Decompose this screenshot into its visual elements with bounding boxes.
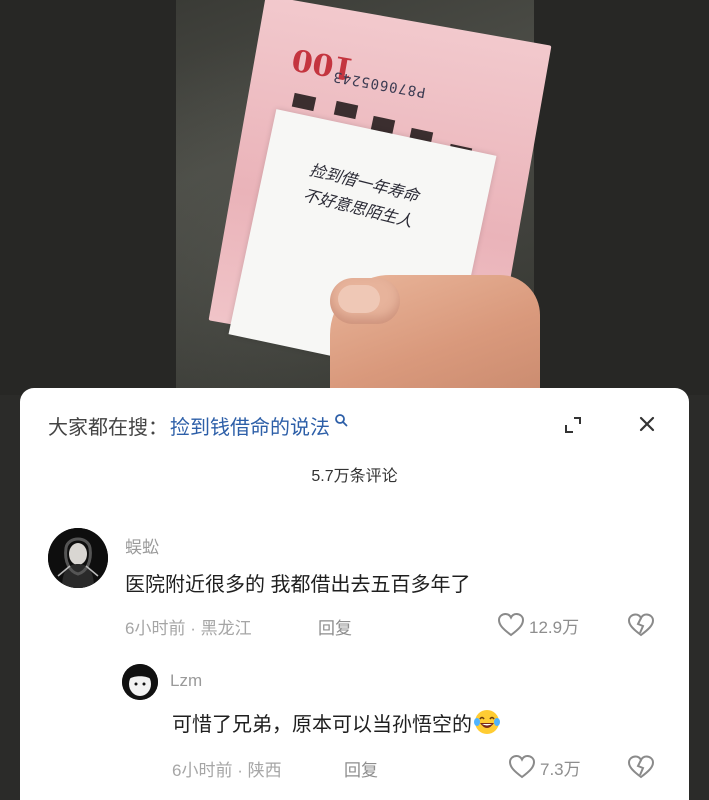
broken-heart-icon[interactable] bbox=[628, 755, 654, 779]
reply-time: 6小时前 bbox=[172, 761, 233, 780]
reply-meta: 6小时前 · 陕西 bbox=[172, 756, 282, 781]
reply-button[interactable]: 回复 bbox=[344, 756, 378, 781]
reply-text-row: 可惜了兄弟，原本可以当孙悟空的 bbox=[172, 708, 501, 737]
reply-text: 可惜了兄弟，原本可以当孙悟空的 bbox=[172, 714, 472, 736]
avatar-image bbox=[122, 664, 158, 700]
thumb-nail bbox=[338, 285, 380, 313]
meta-separator: · bbox=[237, 761, 248, 780]
laughing-crying-emoji-icon bbox=[474, 710, 500, 734]
avatar[interactable] bbox=[122, 664, 158, 700]
comment-sheet: 大家都在搜： 捡到钱借命的说法 5.7万条评论 蜈蚣 医院附近很多的 我都借出去… bbox=[20, 388, 689, 800]
like-count: 7.3万 bbox=[540, 759, 581, 779]
reply-location: 陕西 bbox=[247, 761, 282, 780]
reply-item: Lzm 可惜了兄弟，原本可以当孙悟空的 6小时前 · 陕西 回复 7.3万 bbox=[20, 388, 689, 800]
reply-author[interactable]: Lzm bbox=[170, 671, 202, 691]
heart-icon bbox=[508, 754, 536, 779]
like-button[interactable]: 7.3万 bbox=[508, 754, 581, 780]
post-photo: 100 P870605243 捡到借一年寿命 不好意思陌生人 bbox=[0, 0, 709, 395]
